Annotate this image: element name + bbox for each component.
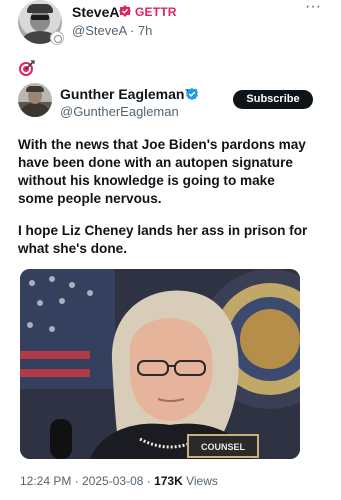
author-name[interactable]: SteveA [72, 4, 119, 20]
views-count: 173K [154, 474, 183, 488]
counsel-placard: COUNSEL [201, 442, 246, 452]
outer-post-header: SteveA GETTR @SteveA · 7h ··· [18, 0, 328, 45]
more-options-icon[interactable]: ··· [305, 0, 325, 16]
post-timestamp[interactable]: 12:24 PM · 2025-03-08 · [20, 474, 154, 488]
verified-badge-icon [186, 87, 198, 101]
post-photo[interactable]: COUNSEL [20, 269, 300, 459]
post-paragraph: With the news that Joe Biden's pardons m… [18, 137, 306, 206]
post-meta: 12:24 PM · 2025-03-08 · 173K Views [20, 474, 218, 488]
direct-hit-icon [19, 60, 35, 76]
quoted-post[interactable]: Gunther Eagleman™ @GuntherEagleman Subsc… [18, 83, 313, 467]
gettr-badge-icon [50, 31, 64, 45]
quoted-author-handle[interactable]: @GuntherEagleman [60, 104, 179, 119]
quoted-author-name[interactable]: Gunther Eagleman™ [60, 86, 198, 102]
quoted-avatar[interactable] [18, 83, 52, 117]
subscribe-button[interactable]: Subscribe [233, 90, 313, 109]
gettr-logo-icon [119, 5, 131, 17]
quoted-post-text: With the news that Joe Biden's pardons m… [18, 136, 308, 272]
platform-label: GETTR [135, 5, 177, 19]
post-text-emoji [18, 59, 36, 77]
author-handle-time[interactable]: @SteveA · 7h [72, 23, 152, 38]
post-paragraph: I hope Liz Cheney lands her ass in priso… [18, 223, 308, 256]
views-label: Views [182, 474, 218, 488]
